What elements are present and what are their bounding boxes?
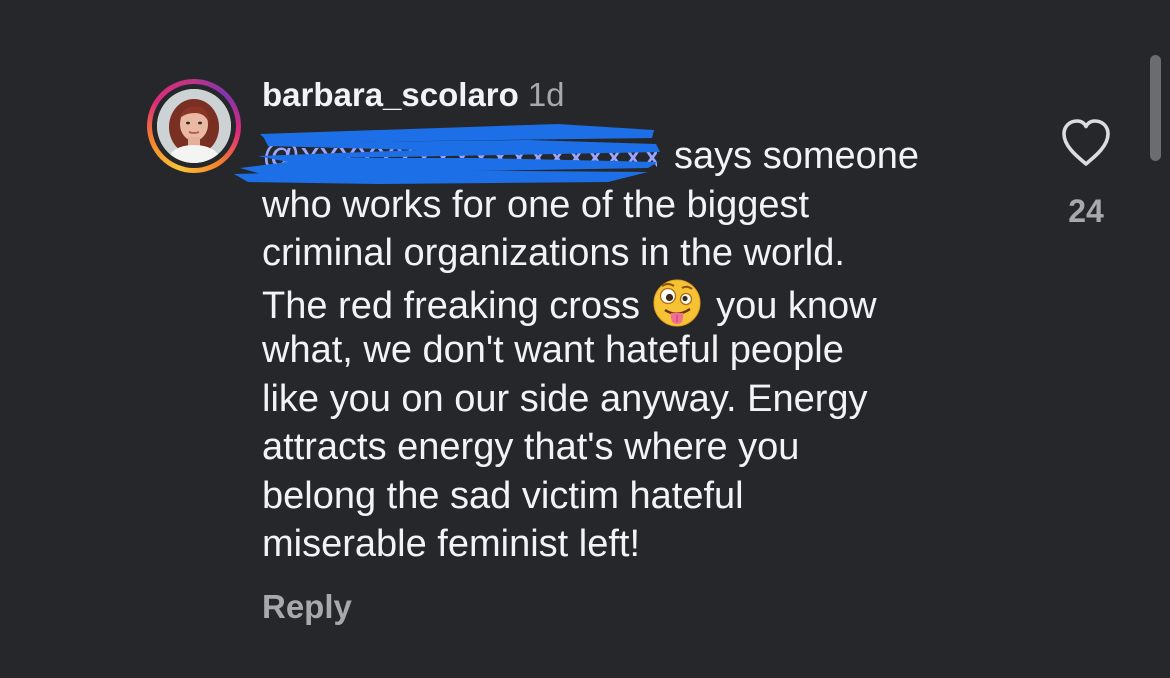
like-count: 24 (1068, 193, 1104, 229)
username-link[interactable]: barbara_scolaro (262, 76, 519, 114)
comment-line: belong the sad victim hateful (262, 474, 744, 517)
comment-line: says someone (674, 135, 920, 177)
comment-line: attracts energy that's where you (262, 426, 800, 468)
comment-line: miserable feminist left! (262, 523, 641, 565)
comment-line: what, we don't want hateful people (262, 329, 844, 371)
comment-header: barbara_scolaro 1d (262, 76, 565, 120)
heart-outline-icon[interactable] (1060, 118, 1112, 168)
comment-line-with-emoji: The red freaking cross you know (262, 278, 1022, 327)
comment-line-segment: you know (716, 284, 877, 327)
comment-line: like you on our side anyway. Energy (262, 377, 868, 420)
comment-timestamp: 1d (527, 76, 565, 113)
scrollbar-thumb[interactable] (1150, 55, 1161, 161)
avatar-story-ring[interactable] (147, 79, 241, 173)
comment-line-segment: The red freaking cross (262, 284, 641, 327)
comment-body: says someone who works for one of the bi… (262, 132, 1022, 569)
comment-item: barbara_scolaro 1d @xxxxxxxxxxxxxxxxxxxx… (0, 0, 1170, 678)
comment-line: criminal organizations in the world. (262, 232, 845, 274)
avatar[interactable] (157, 89, 231, 163)
zany-face-emoji-icon (653, 279, 701, 326)
reply-button[interactable]: Reply (262, 588, 352, 626)
comment-line: who works for one of the biggest (262, 183, 810, 226)
